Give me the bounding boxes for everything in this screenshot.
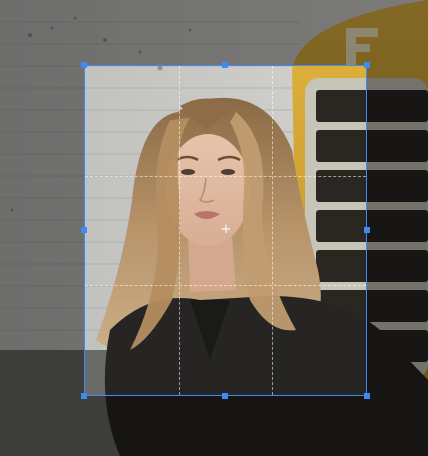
crop-handle-bottom[interactable]: [222, 393, 228, 399]
crop-handle-top-left[interactable]: [81, 62, 87, 68]
crop-grid-line-vertical-1: [179, 66, 180, 395]
crop-grid-line-horizontal-1: [85, 176, 366, 177]
crop-handle-bottom-left[interactable]: [81, 393, 87, 399]
crop-handle-left[interactable]: [81, 227, 87, 233]
crop-editor-canvas[interactable]: +: [0, 0, 428, 456]
crop-grid-line-vertical-2: [272, 66, 273, 395]
crop-grid-line-horizontal-2: [85, 285, 366, 286]
crop-selection-box[interactable]: +: [81, 62, 370, 399]
crop-handle-top-right[interactable]: [364, 62, 370, 68]
crop-handle-right[interactable]: [364, 227, 370, 233]
crop-handle-top[interactable]: [222, 62, 228, 68]
crop-handle-bottom-right[interactable]: [364, 393, 370, 399]
crosshair-icon: +: [220, 222, 232, 237]
